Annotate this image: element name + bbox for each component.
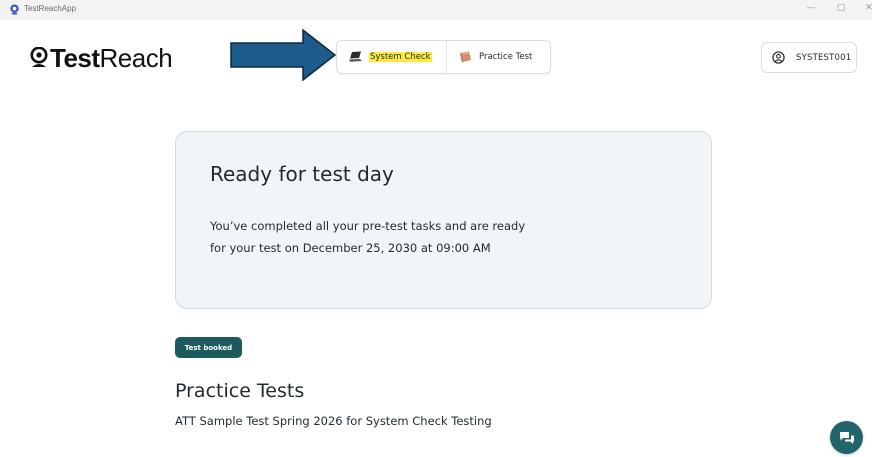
practice-test-label: Practice Test [478, 52, 533, 62]
laptop-icon [349, 51, 362, 62]
status-card: Ready for test day You’ve completed all … [175, 131, 712, 309]
logo-text-light: Reach [99, 42, 173, 73]
camera-badge-icon [30, 47, 48, 67]
top-toolbar: System Check Practice Test [336, 40, 551, 74]
app-logo-icon [10, 4, 19, 15]
status-card-title: Ready for test day [210, 162, 394, 186]
maximize-button[interactable]: ▢ [834, 3, 848, 13]
system-check-button[interactable]: System Check [337, 41, 446, 73]
window-titlebar: TestReachApp — ▢ ✕ [0, 0, 872, 20]
testreach-logo: Test Reach [30, 42, 173, 73]
close-button[interactable]: ✕ [862, 3, 872, 13]
status-card-body: You’ve completed all your pre-test tasks… [210, 219, 526, 255]
user-account-button[interactable]: SYSTEST001 [761, 42, 857, 73]
minimize-button[interactable]: — [804, 3, 818, 13]
username-label: SYSTEST001 [796, 52, 852, 63]
user-circle-icon [772, 51, 785, 64]
practice-test-item[interactable]: ATT Sample Test Spring 2026 for System C… [175, 414, 492, 428]
window-title: TestReachApp [24, 4, 77, 13]
chat-button[interactable] [830, 421, 863, 454]
practice-test-button[interactable]: Practice Test [445, 41, 550, 73]
practice-tests-title: Practice Tests [175, 380, 305, 402]
chat-bubbles-icon [839, 431, 854, 444]
arrow-right-icon [230, 28, 337, 82]
system-check-label: System Check [369, 52, 432, 62]
status-badge: Test booked [175, 337, 242, 358]
logo-text-bold: Test [50, 42, 100, 73]
book-icon [459, 51, 471, 63]
